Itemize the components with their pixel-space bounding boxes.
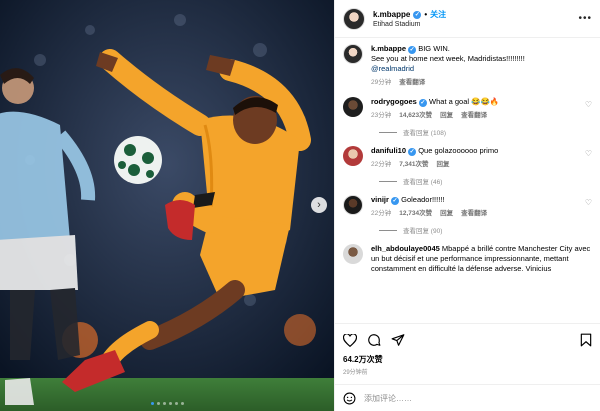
view-replies-link[interactable]: 查看回复 (90) bbox=[379, 225, 592, 235]
verified-badge-icon: ✓ bbox=[408, 46, 417, 54]
post-header: k.mbappe ✓ • 关注 Etihad Stadium ••• bbox=[335, 0, 600, 38]
comment-username[interactable]: elh_abdoulaye0045 bbox=[371, 244, 440, 253]
comment-reply-button[interactable]: 回复 bbox=[440, 111, 453, 121]
separator-dot: • bbox=[424, 10, 428, 19]
comment-username[interactable]: rodrygogoes bbox=[371, 97, 417, 106]
view-replies-label[interactable]: 查看回复 (46) bbox=[403, 176, 442, 186]
comment-text: What a goal 😂😂🔥 bbox=[429, 97, 500, 106]
carousel-dot bbox=[156, 402, 160, 405]
view-replies-label[interactable]: 查看回复 (90) bbox=[403, 225, 442, 235]
comment-username[interactable]: danifuli10 bbox=[371, 146, 406, 155]
comment-time: 22分钟 bbox=[371, 161, 392, 168]
replies-divider bbox=[379, 180, 397, 182]
comment-reply-button[interactable]: 回复 bbox=[440, 209, 453, 219]
comment-item: danifuli10 ✓ Que golazoooooo primo 22分钟 … bbox=[343, 146, 592, 170]
comment-avatar[interactable] bbox=[343, 195, 363, 215]
comment-reply-button[interactable]: 回复 bbox=[437, 160, 450, 170]
caption-text-line2: See you at home next week, Madridistas!!… bbox=[371, 54, 525, 63]
comment-item: vinijr ✓ Goleador!!!!!! 22分钟 12,734次赞 回复… bbox=[343, 195, 592, 219]
more-options-icon[interactable]: ••• bbox=[578, 13, 592, 24]
comment-avatar[interactable] bbox=[343, 97, 363, 117]
comment-likes[interactable]: 7,341次赞 bbox=[399, 160, 428, 170]
post-photo[interactable]: › bbox=[0, 0, 334, 411]
football-action-photo bbox=[0, 0, 334, 411]
caption-avatar[interactable] bbox=[343, 44, 363, 64]
replies-divider bbox=[379, 131, 397, 133]
comment-username[interactable]: vinijr bbox=[371, 195, 389, 204]
comment-bubble-icon[interactable] bbox=[367, 333, 381, 347]
comment-avatar[interactable] bbox=[343, 146, 363, 166]
verified-badge-icon: ✓ bbox=[391, 197, 400, 205]
verified-badge-icon: ✓ bbox=[408, 148, 417, 156]
instagram-post-modal: › k.mbappe ✓ • 关注 Etihad Stadium ••• k.m… bbox=[0, 0, 600, 411]
carousel-dot bbox=[168, 402, 172, 405]
emoji-smiley-icon[interactable] bbox=[343, 392, 356, 405]
comments-list: k.mbappe ✓ BIG WIN. See you at home next… bbox=[335, 38, 600, 323]
comment-text: Goleador!!!!!! bbox=[401, 195, 445, 204]
author-avatar[interactable] bbox=[343, 7, 365, 30]
post-timestamp: 29分钟前 bbox=[343, 370, 368, 376]
comment-likes[interactable]: 14,623次赞 bbox=[399, 111, 432, 121]
view-replies-label[interactable]: 查看回复 (108) bbox=[403, 127, 446, 137]
caption-username[interactable]: k.mbappe bbox=[371, 44, 406, 53]
comment-translate-link[interactable]: 查看翻译 bbox=[461, 209, 487, 219]
verified-badge-icon: ✓ bbox=[413, 10, 422, 19]
post-location[interactable]: Etihad Stadium bbox=[373, 21, 446, 28]
comment-item: elh_abdoulaye0045 Mbappé a brillé contre… bbox=[343, 244, 592, 274]
add-comment-input[interactable]: 添加评论…… bbox=[364, 393, 412, 404]
author-username[interactable]: k.mbappe bbox=[373, 10, 410, 19]
comment-time: 22分钟 bbox=[371, 210, 392, 217]
carousel-dot bbox=[180, 402, 184, 405]
comment-time: 23分钟 bbox=[371, 112, 392, 119]
like-heart-icon[interactable] bbox=[343, 333, 357, 347]
save-bookmark-icon[interactable] bbox=[580, 333, 592, 347]
comment-like-heart-icon[interactable]: ♡ bbox=[585, 149, 592, 158]
comment-item: rodrygogoes ✓ What a goal 😂😂🔥 23分钟 14,62… bbox=[343, 97, 592, 121]
view-replies-link[interactable]: 查看回复 (108) bbox=[379, 127, 592, 137]
share-paper-plane-icon[interactable] bbox=[391, 333, 405, 347]
carousel-indicator bbox=[0, 402, 334, 405]
comment-like-heart-icon[interactable]: ♡ bbox=[585, 100, 592, 109]
caption-mention-link[interactable]: @realmadrid bbox=[371, 64, 592, 74]
caption: k.mbappe ✓ BIG WIN. See you at home next… bbox=[343, 44, 592, 88]
post-likes-count[interactable]: 64.2万次赞 bbox=[343, 354, 592, 365]
comment-translate-link[interactable]: 查看翻译 bbox=[461, 111, 487, 121]
comment-like-heart-icon[interactable]: ♡ bbox=[585, 198, 592, 207]
caption-translate-link[interactable]: 查看翻译 bbox=[399, 78, 425, 88]
follow-button[interactable]: 关注 bbox=[430, 9, 446, 20]
carousel-next-button[interactable]: › bbox=[311, 197, 327, 213]
carousel-dot bbox=[174, 402, 178, 405]
caption-text-line1: BIG WIN. bbox=[418, 44, 450, 53]
post-actions: 64.2万次赞 29分钟前 bbox=[335, 323, 600, 376]
post-side-panel: k.mbappe ✓ • 关注 Etihad Stadium ••• k.mba… bbox=[334, 0, 600, 411]
carousel-dot bbox=[150, 402, 154, 405]
carousel-dot bbox=[162, 402, 166, 405]
verified-badge-icon: ✓ bbox=[418, 99, 427, 107]
add-comment-bar: 添加评论…… bbox=[335, 384, 600, 411]
comment-likes[interactable]: 12,734次赞 bbox=[399, 209, 432, 219]
comment-avatar[interactable] bbox=[343, 244, 363, 264]
replies-divider bbox=[379, 229, 397, 231]
view-replies-link[interactable]: 查看回复 (46) bbox=[379, 176, 592, 186]
comment-text: Que golazoooooo primo bbox=[418, 146, 499, 155]
caption-time: 29分钟 bbox=[371, 79, 392, 86]
